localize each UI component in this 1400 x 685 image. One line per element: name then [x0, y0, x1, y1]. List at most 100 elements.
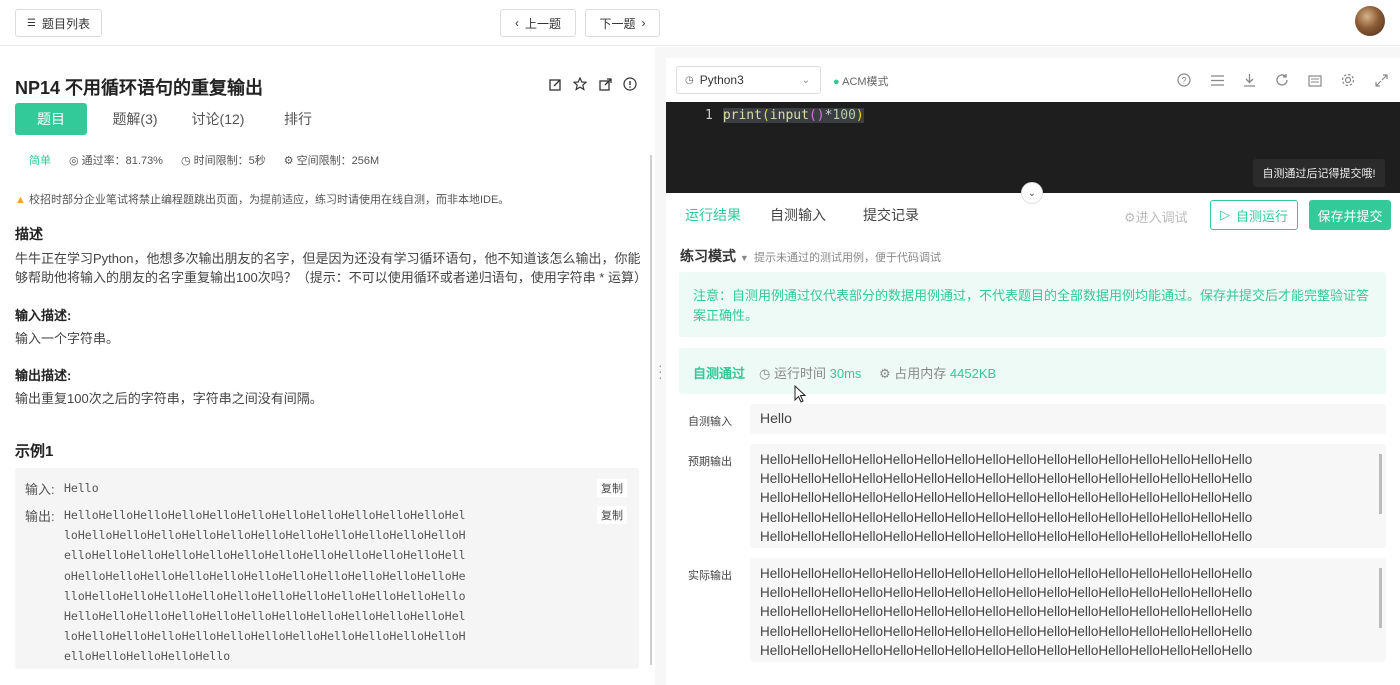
list-view-icon[interactable]	[1209, 72, 1225, 88]
problem-title: NP14 不用循环语句的重复输出	[15, 78, 264, 98]
difficulty-badge: 简单	[29, 155, 51, 167]
right-gap	[666, 47, 1400, 58]
status-dot-icon: ●	[833, 76, 840, 88]
code-line-1[interactable]: 1 print(input()*100)	[705, 108, 864, 123]
code-token: (	[761, 108, 770, 123]
debug-button[interactable]: ⚙进入调试	[1124, 207, 1188, 226]
chevron-down-icon: ⌄	[801, 74, 810, 86]
memory-chip-icon: ⚙	[879, 366, 891, 381]
example-heading: 示例1	[15, 443, 54, 460]
actual-scrollbar[interactable]	[1379, 568, 1382, 628]
save-submit-button[interactable]: 保存并提交	[1309, 200, 1391, 230]
next-problem-button[interactable]: 下一题 ›	[585, 9, 660, 37]
share-icon[interactable]	[597, 76, 613, 92]
self-input-box: Hello	[750, 404, 1386, 434]
tab-self-input[interactable]: 自测输入	[760, 200, 845, 230]
star-icon[interactable]	[572, 76, 588, 92]
expected-scrollbar[interactable]	[1379, 454, 1382, 514]
output-heading: 输出描述:	[15, 368, 72, 383]
copy-input-button[interactable]: 复制	[597, 479, 627, 497]
chevron-left-icon: ‹	[514, 16, 519, 30]
example-output-value: HelloHelloHelloHelloHelloHelloHelloHello…	[64, 508, 466, 664]
practice-mode-label: 练习模式	[680, 248, 736, 264]
description-line-2: 够帮助他将输入的朋友的名字重复输出100次吗？（提示：不可以使用循环或者递归语句…	[15, 270, 647, 285]
info-icon[interactable]	[622, 76, 638, 92]
copy-output-button[interactable]: 复制	[597, 506, 627, 524]
help-icon[interactable]: ?	[1176, 72, 1192, 88]
panel-splitter[interactable]: · · ·	[655, 47, 666, 685]
description-line-1: 牛牛正在学习Python，他想多次输出朋友的名字，但是因为还没有学习循环语句，他…	[15, 251, 641, 266]
line-number: 1	[705, 108, 713, 123]
space-limit: ⚙ 空间限制：256M	[283, 155, 380, 167]
problem-list-label: 题目列表	[41, 16, 90, 31]
warning-text: 校招时部分企业笔试将禁止编程题跳出页面，为提前适应，练习时请使用在线自测，而非本…	[28, 194, 510, 206]
actual-output-box: HelloHelloHelloHelloHelloHelloHelloHello…	[750, 558, 1386, 662]
acm-mode-label: ACM模式	[842, 76, 889, 88]
collapse-chevron-icon[interactable]: ⌄	[1021, 182, 1043, 204]
actual-output-label: 实际输出	[688, 570, 732, 582]
download-icon[interactable]	[1241, 72, 1257, 88]
time-limit: ◷ 时间限制：5秒	[180, 155, 266, 167]
acm-mode[interactable]: ● ACM模式	[833, 73, 889, 89]
status-text: 自测通过	[693, 366, 746, 381]
run-time: ◷ 运行时间 30ms	[759, 366, 862, 381]
prev-problem-button[interactable]: ‹ 上一题	[500, 9, 576, 37]
tab-discussion[interactable]: 讨论(12)	[183, 103, 253, 135]
fullscreen-icon[interactable]	[1373, 72, 1389, 88]
tab-problem[interactable]: 题目	[15, 103, 87, 135]
expected-output-label: 预期输出	[688, 456, 732, 468]
keyboard-icon[interactable]	[1307, 72, 1323, 88]
notice-text: 注意：自测用例通过仅代表部分的数据用例通过，不代表题目的全部数据用例均能通过。保…	[693, 288, 1370, 323]
code-token: ()	[808, 108, 825, 123]
output-description: 输出重复100次之后的字符串，字符串之间没有间隔。	[15, 391, 323, 406]
practice-hint: 提示未通过的测试用例，便于代码调试	[754, 252, 941, 264]
self-input-label: 自测输入	[688, 416, 732, 428]
tab-ranking[interactable]: 排行	[253, 103, 343, 135]
memory-usage: ⚙ 占用内存 4452KB	[879, 366, 997, 381]
tab-run-result[interactable]: 运行结果	[666, 200, 760, 230]
left-scrollbar[interactable]	[650, 155, 652, 665]
input-heading: 输入描述:	[15, 308, 72, 323]
language-select[interactable]: ◷ Python3 ⌄	[676, 66, 821, 94]
result-tabs: 运行结果 自测输入 提交记录	[666, 200, 938, 230]
practice-mode-select[interactable]: 练习模式 ▼	[680, 246, 749, 266]
next-label: 下一题	[599, 16, 636, 31]
warning-banner: ▲ 校招时部分企业笔试将禁止编程题跳出页面，为提前适应，练习时请使用在线自测，而…	[15, 191, 509, 207]
run-status-box: 自测通过 ◷ 运行时间 30ms ⚙ 占用内存 4452KB	[679, 348, 1386, 394]
code-token: )	[855, 108, 864, 123]
problem-list-button[interactable]: ☰ 题目列表	[15, 9, 102, 37]
pass-rate: ◎ 通过率：81.73%	[69, 155, 163, 167]
warning-icon: ▲	[15, 194, 26, 206]
language-value: Python3	[699, 73, 744, 87]
actual-output-value: HelloHelloHelloHelloHelloHelloHelloHello…	[760, 566, 1253, 658]
description-heading: 描述	[15, 226, 43, 242]
expected-output-value: HelloHelloHelloHelloHelloHelloHelloHello…	[760, 452, 1253, 544]
example-output-label: 输出:	[25, 509, 55, 524]
list-icon: ☰	[27, 17, 36, 29]
clock-icon: ◷	[759, 366, 771, 381]
clock-icon: ◷	[685, 74, 694, 86]
tab-submissions[interactable]: 提交记录	[845, 200, 938, 230]
input-description: 输入一个字符串。	[15, 331, 120, 346]
code-token: input	[769, 108, 809, 123]
bug-icon: ⚙	[1124, 210, 1136, 225]
self-run-button[interactable]: ▷ 自测运行	[1210, 200, 1298, 230]
self-input-value: Hello	[760, 410, 792, 426]
user-avatar[interactable]	[1355, 6, 1385, 36]
submit-reminder-tooltip: 自测通过后记得提交哦!	[1253, 159, 1385, 187]
problem-tabs: 题目 题解(3) 讨论(12) 排行	[15, 103, 343, 135]
refresh-icon[interactable]	[1274, 72, 1290, 88]
play-icon: ▷	[1219, 207, 1230, 222]
caret-down-icon: ▼	[739, 253, 749, 263]
chevron-right-icon: ›	[641, 16, 646, 30]
problem-meta: 简单 ◎ 通过率：81.73% ◷ 时间限制：5秒 ⚙ 空间限制：256M	[29, 152, 379, 168]
settings-gear-icon[interactable]	[1340, 72, 1356, 88]
tab-solutions[interactable]: 题解(3)	[87, 103, 183, 135]
svg-text:?: ?	[1182, 76, 1187, 86]
drag-handle-icon[interactable]: · · ·	[658, 358, 663, 384]
notice-box: 注意：自测用例通过仅代表部分的数据用例通过，不代表题目的全部数据用例均能通过。保…	[679, 272, 1386, 337]
expected-output-box: HelloHelloHelloHelloHelloHelloHelloHello…	[750, 444, 1386, 548]
edit-icon[interactable]	[547, 76, 563, 92]
example-input-label: 输入:	[25, 482, 55, 497]
prev-label: 上一题	[524, 16, 561, 31]
